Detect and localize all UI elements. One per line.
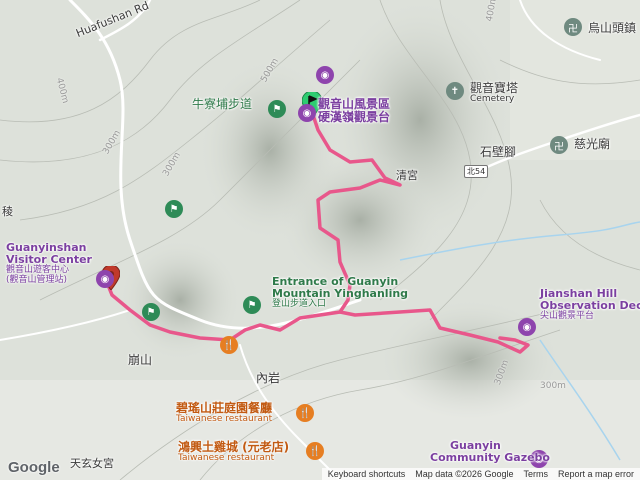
map-footer: Keyboard shortcuts Map data ©2026 Google… <box>321 468 640 480</box>
entrance-label[interactable]: Entrance of Guanyin Mountain Yinghanling… <box>272 275 408 310</box>
cihuang-label[interactable]: 慈光廟 <box>574 137 610 151</box>
temple-icon[interactable]: 卍 <box>550 136 568 154</box>
map-data-attribution: Map data ©2026 Google <box>415 469 514 479</box>
visitor-center-label[interactable]: Guanyinshan Visitor Center 觀音山遊客中心 (觀音山管… <box>6 241 92 286</box>
scenic-area-name-2: 硬漢嶺觀景台 <box>318 110 391 125</box>
biyao-restaurant-label[interactable]: 碧瑤山莊庭園餐廳 Taiwanese restaurant <box>176 401 273 425</box>
cemetery-label[interactable]: 觀音寶塔 Cemetery <box>470 81 518 105</box>
hongxing-restaurant-label[interactable]: 鴻興土雞城 (元老店) Taiwanese restaurant <box>178 440 289 464</box>
biyao-name-en: Taiwanese restaurant <box>176 414 273 425</box>
ling-label: 稜 <box>2 205 13 218</box>
jianshan-zh: 尖山觀景平台 <box>540 311 595 322</box>
restaurant-icon[interactable]: 🍴 <box>306 442 324 460</box>
restaurant-icon[interactable]: 🍴 <box>220 336 238 354</box>
gazebo-label[interactable]: Guanyin Community Gazebo <box>430 439 550 465</box>
bengshan-label: 崩山 <box>128 353 153 367</box>
cemetery-name-en: Cemetery <box>470 94 515 105</box>
restaurant-icon[interactable]: 🍴 <box>296 404 314 422</box>
scenic-area-icon[interactable]: ◉ <box>298 104 316 122</box>
visitor-center-zh-2: (觀音山管理站) <box>6 275 68 286</box>
jianshan-label[interactable]: Jianshan Hill Observation Deck 尖山觀景平台 <box>540 287 640 322</box>
wushan-label[interactable]: 烏山頭鎮 <box>588 21 636 35</box>
hongxing-name-en: Taiwanese restaurant <box>178 453 275 464</box>
contour-label: 300m <box>540 381 566 391</box>
scenic-area-icon[interactable]: ◉ <box>316 66 334 84</box>
gazebo-en-2: Community Gazebo <box>430 451 550 465</box>
trail-icon[interactable]: ⚑ <box>165 200 183 218</box>
terms-link[interactable]: Terms <box>523 469 548 479</box>
neiyan-label: 內岩 <box>256 371 281 385</box>
shibijiao-label: 石壁腳 <box>480 145 517 159</box>
trail-icon[interactable]: ⚑ <box>243 296 261 314</box>
keyboard-shortcuts-link[interactable]: Keyboard shortcuts <box>328 469 406 479</box>
google-logo[interactable]: Google <box>8 459 60 476</box>
entrance-zh: 登山步道入口 <box>272 299 327 310</box>
report-map-error-link[interactable]: Report a map error <box>558 469 634 479</box>
trail-icon[interactable]: ⚑ <box>142 303 160 321</box>
temple-icon[interactable]: 卍 <box>564 18 582 36</box>
tianxuan-name-zh: 天玄女宮 <box>70 457 114 470</box>
cemetery-icon[interactable]: ✝ <box>446 82 464 100</box>
visitor-center-icon[interactable]: ◉ <box>96 270 114 288</box>
tianxuan-temple-label[interactable]: 天玄女宮 <box>70 457 114 470</box>
qing-gong-label[interactable]: 清宮 <box>396 169 418 182</box>
niuliao-trail-label[interactable]: 牛寮埔步道 <box>192 97 252 111</box>
trail-icon[interactable]: ⚑ <box>268 100 286 118</box>
route-shield: 北54 <box>464 165 489 178</box>
map-canvas[interactable]: Huafushan Rd 北54 500m 400m 300m 400m 300… <box>0 0 640 480</box>
observation-deck-icon[interactable]: ◉ <box>518 318 536 336</box>
scenic-area-label[interactable]: 觀音山風景區 硬漢嶺觀景台 <box>318 97 391 125</box>
